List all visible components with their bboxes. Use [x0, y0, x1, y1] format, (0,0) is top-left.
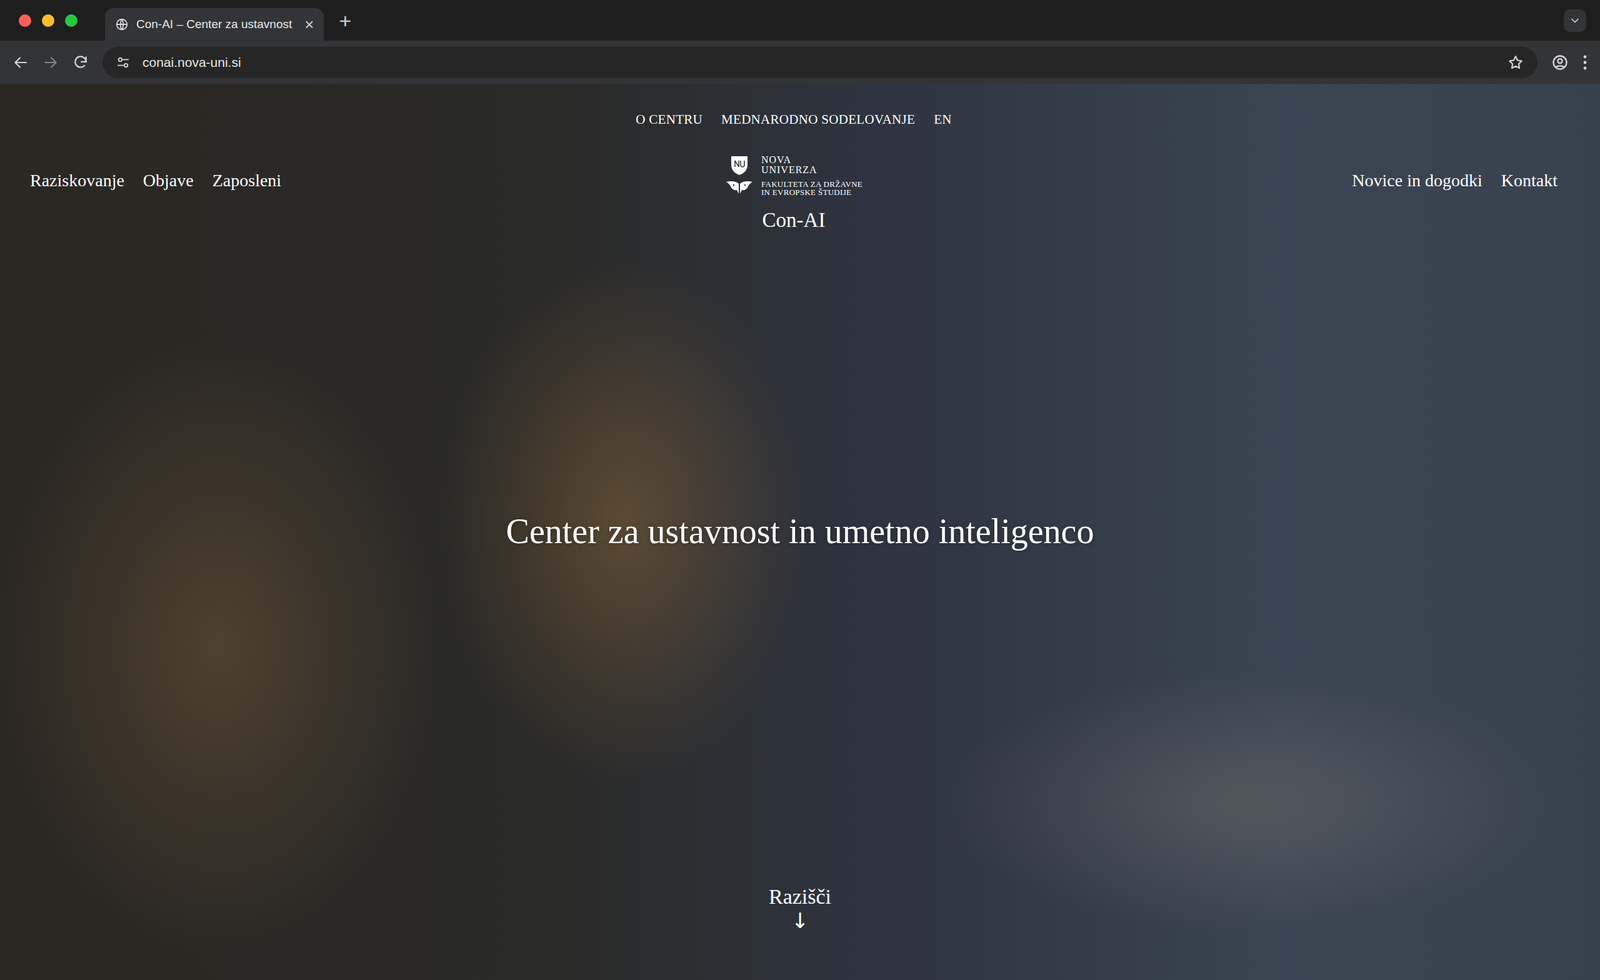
globe-icon	[115, 17, 129, 32]
utility-nav-link[interactable]: MEDNARODNO SODELOVANJE	[721, 110, 915, 130]
faculty-name-line: IN EVROPSKE ŠTUDIJE	[761, 188, 863, 197]
address-bar[interactable]: conai.nova-uni.si	[102, 46, 1538, 79]
profile-icon[interactable]	[1551, 53, 1569, 72]
main-nav-link[interactable]: Kontakt	[1501, 167, 1558, 194]
main-nav-left: Raziskovanje Objave Zaposleni	[30, 155, 725, 194]
university-name: NOVAUNIVERZA	[761, 155, 863, 175]
site-name: Con-AI	[762, 208, 826, 234]
tab-title: Con-AI – Center za ustavnost	[136, 15, 292, 34]
tab-close-button[interactable]: ×	[304, 16, 314, 33]
chevron-down-icon	[1568, 14, 1582, 27]
main-nav-link[interactable]: Objave	[143, 167, 194, 194]
reload-icon[interactable]	[72, 54, 89, 71]
site-info-icon[interactable]	[116, 55, 130, 70]
forward-arrow-icon[interactable]	[42, 54, 59, 71]
university-name-line: UNIVERZA	[761, 165, 863, 175]
logo: NOVAUNIVERZA FAKULTETA ZA DRŽAVNEIN EVROP…	[725, 155, 863, 197]
maximize-button[interactable]	[65, 14, 78, 27]
explore-link[interactable]: Razišči↓	[0, 553, 1600, 980]
faculty-name: FAKULTETA ZA DRŽAVNEIN EVROPSKE ŠTUDIJE	[761, 180, 863, 197]
main-nav-right: Novice in dogodki Kontakt	[862, 155, 1558, 194]
tab-search-button[interactable]	[1563, 9, 1587, 32]
utility-nav-link[interactable]: O CENTRU	[635, 110, 703, 130]
main-nav-link[interactable]: Zaposleni	[212, 167, 282, 194]
browser-tab[interactable]: Con-AI – Center za ustavnost ×	[105, 8, 324, 41]
logo-texts: NOVAUNIVERZA FAKULTETA ZA DRŽAVNEIN EVROP…	[761, 155, 863, 197]
down-arrow-icon: ↓	[791, 910, 810, 932]
university-name-line: NOVA	[761, 155, 863, 165]
main-nav-row: Raziskovanje Objave Zaposleni NOVAUNIVERZA F…	[30, 155, 1558, 234]
faculty-name-line: FAKULTETA ZA DRŽAVNE	[761, 180, 863, 189]
site-header: O CENTRU MEDNARODNO SODELOVANJE EN Raziskov…	[0, 83, 1600, 511]
star-icon[interactable]	[1507, 54, 1524, 71]
back-arrow-icon[interactable]	[12, 54, 29, 71]
main-nav-link[interactable]: Novice in dogodki	[1351, 167, 1482, 194]
shield-icon	[730, 155, 749, 177]
close-button[interactable]	[18, 14, 32, 27]
site-logo[interactable]: NOVAUNIVERZA FAKULTETA ZA DRŽAVNEIN EVROP…	[725, 155, 863, 234]
hero-title: Center za ustavnost in umetno inteligenc…	[0, 510, 1600, 553]
menu-icon[interactable]	[1582, 53, 1588, 72]
logo-marks	[725, 155, 754, 194]
utility-nav: O CENTRU MEDNARODNO SODELOVANJE EN	[30, 110, 1558, 130]
tab-bar: Con-AI – Center za ustavnost × +	[0, 0, 1600, 41]
window-controls	[18, 14, 78, 27]
url-text[interactable]: conai.nova-uni.si	[142, 52, 1495, 73]
birds-emblem-icon	[725, 180, 754, 194]
minimize-button[interactable]	[41, 14, 55, 27]
utility-nav-link[interactable]: EN	[933, 110, 952, 130]
hero-section: O CENTRU MEDNARODNO SODELOVANJE EN Raziskov…	[0, 83, 1600, 980]
new-tab-button[interactable]: +	[332, 10, 358, 32]
main-nav-link[interactable]: Raziskovanje	[30, 167, 125, 194]
explore-label: Razišči	[768, 884, 832, 910]
toolbar: conai.nova-uni.si	[0, 40, 1600, 84]
